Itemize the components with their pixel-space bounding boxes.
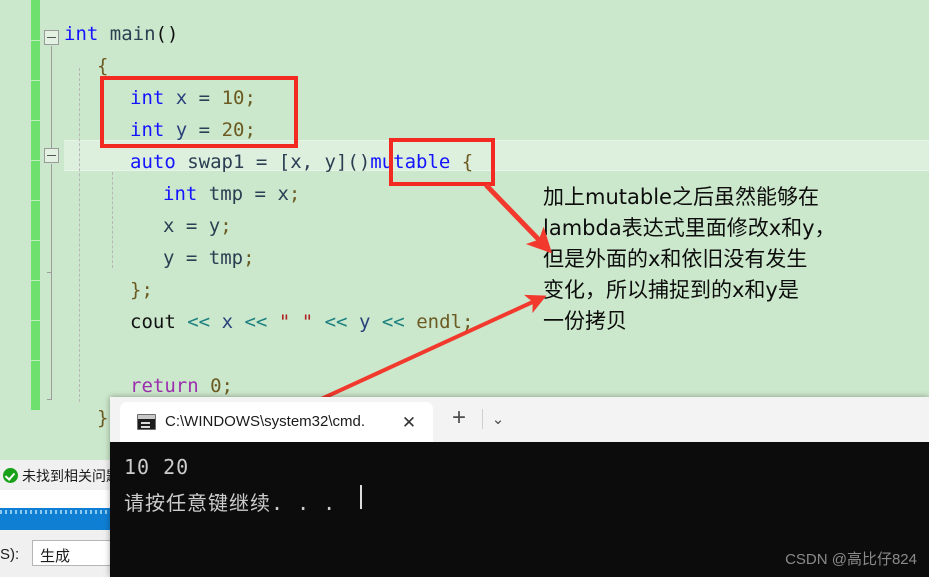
code-line: x = y; <box>163 210 232 242</box>
terminal-output-area[interactable]: 10 20 请按任意键继续. . . CSDN @高比仔824 <box>110 442 929 577</box>
code-line: y = tmp; <box>163 242 255 274</box>
code-token: y <box>358 311 371 333</box>
watermark-text: CSDN @高比仔824 <box>785 551 917 568</box>
code-token: auto <box>130 151 176 173</box>
code-line: cout << x << " " << y << endl; <box>130 306 473 338</box>
code-token: y <box>163 247 175 269</box>
code-token: ; <box>221 375 233 397</box>
code-line: int main() <box>64 18 178 50</box>
chevron-down-icon[interactable]: ⌄ <box>487 409 509 431</box>
code-token: ; <box>141 279 153 301</box>
fold-structure-end-tick <box>47 399 52 400</box>
console-icon <box>137 414 156 430</box>
terminal-title-bar[interactable]: C:\WINDOWS\system32\cmd. ✕ + ⌄ <box>110 397 929 442</box>
code-token: = <box>174 215 209 237</box>
fold-toggle-main[interactable] <box>44 30 59 45</box>
terminal-cursor <box>360 485 362 509</box>
code-line: int tmp = x; <box>163 178 300 210</box>
terminal-tab-title: C:\WINDOWS\system32\cmd. <box>165 413 366 430</box>
code-token: << <box>324 311 348 333</box>
code-token: tmp <box>208 247 244 269</box>
code-token: x <box>221 311 234 333</box>
code-token: ; <box>461 311 474 333</box>
code-token: ; <box>288 183 301 205</box>
code-token: int <box>64 23 99 45</box>
indent-guide <box>112 172 113 268</box>
fold-structure-line <box>51 164 52 399</box>
fold-structure-line <box>51 46 52 148</box>
code-token: () <box>155 23 179 45</box>
arrow-mutable-to-note <box>484 183 553 254</box>
fold-structure-mid-tick <box>47 272 52 273</box>
code-token: = <box>174 247 209 269</box>
code-token: endl <box>416 311 462 333</box>
panel-divider <box>0 490 112 509</box>
terminal-tab-active[interactable]: C:\WINDOWS\system32\cmd. ✕ <box>120 402 433 442</box>
code-token: y <box>208 215 221 237</box>
new-tab-icon[interactable]: + <box>447 406 471 431</box>
code-token: 0 <box>210 375 222 397</box>
terminal-output-line-1: 10 20 <box>124 455 190 479</box>
indent-guide <box>79 68 80 402</box>
code-token: [x, y]() <box>278 151 371 173</box>
cmd-terminal-window[interactable]: C:\WINDOWS\system32\cmd. ✕ + ⌄ 10 20 请按任… <box>110 397 929 577</box>
success-check-icon <box>3 468 18 483</box>
error-list-row[interactable]: 未找到相关问题 <box>0 460 112 490</box>
code-token: { <box>97 55 109 77</box>
output-source-value: 生成 <box>40 548 71 565</box>
code-token: tmp <box>208 183 244 205</box>
editor-change-indicator-bar <box>31 0 40 410</box>
terminal-output-line-2: 请按任意键继续. . . <box>124 491 337 515</box>
code-token: << <box>187 311 211 333</box>
code-line: }; <box>130 274 153 306</box>
code-token: = <box>244 151 279 173</box>
code-token: << <box>244 311 268 333</box>
toolbar-separator <box>482 409 483 429</box>
selected-row-highlight[interactable] <box>0 508 112 530</box>
code-token: swap1 <box>187 151 245 173</box>
code-token: ; <box>220 215 232 237</box>
visual-studio-bottom-panel[interactable]: 未找到相关问题 S): 生成 <box>0 460 112 577</box>
code-token: cout <box>130 311 176 333</box>
error-list-text: 未找到相关问题 <box>22 468 112 484</box>
output-source-combobox[interactable]: 生成 <box>32 540 112 566</box>
annotation-note-text: 加上mutable之后虽然能够在 lambda表达式里面修改x和y， 但是外面的… <box>543 185 836 333</box>
code-token: } <box>130 279 142 301</box>
code-line: } <box>97 402 108 434</box>
code-token: << <box>381 311 405 333</box>
code-token: int <box>163 183 198 205</box>
code-token: " " <box>278 311 314 333</box>
code-token: ; <box>243 247 255 269</box>
code-token: main <box>109 23 156 45</box>
highlight-box-mutable-keyword <box>389 138 495 186</box>
highlight-box-variable-declarations <box>100 76 298 148</box>
close-icon[interactable]: ✕ <box>398 412 420 434</box>
code-token: } <box>97 407 109 429</box>
code-token: x <box>163 215 175 237</box>
code-token: x <box>277 183 289 205</box>
fold-toggle-lambda[interactable] <box>44 148 59 163</box>
code-token: = <box>243 183 278 205</box>
combo-prefix-label: S): <box>0 546 20 563</box>
code-token: return <box>130 375 199 397</box>
